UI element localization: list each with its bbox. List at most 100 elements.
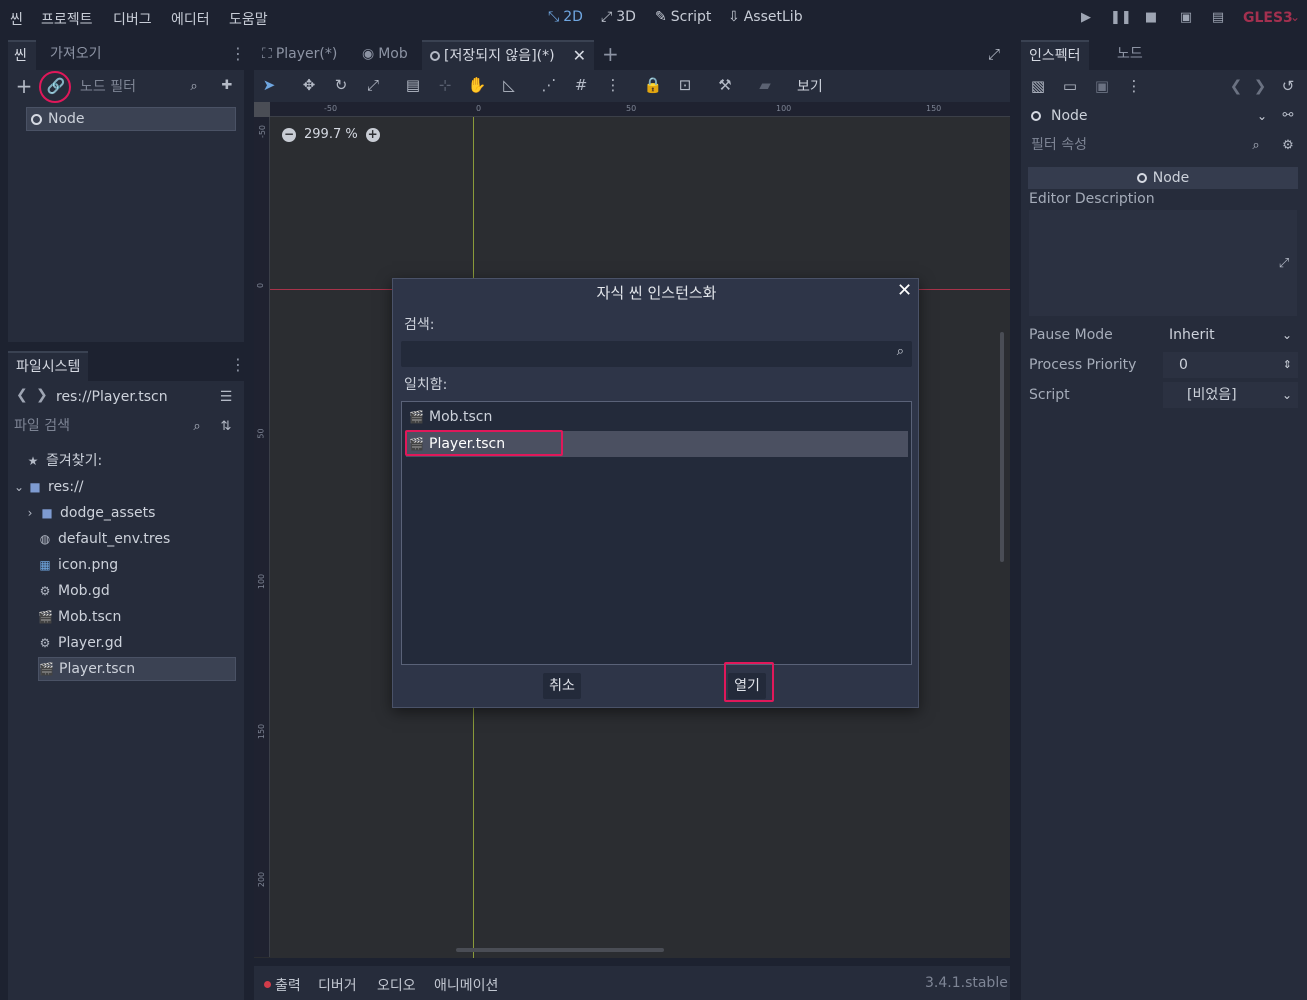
open-folder-icon[interactable]: ▭ [1059,75,1081,97]
play-icon[interactable]: ▶ [1077,10,1095,28]
cancel-button[interactable]: 취소 [543,673,581,699]
path-field[interactable]: res://Player.tscn [50,385,214,411]
group-icon[interactable]: ⊡ [674,74,696,96]
close-icon[interactable]: ✕ [897,280,912,301]
expand-icon[interactable]: ⤢ [1273,253,1295,275]
zoom-level[interactable]: 299.7 % [304,127,358,142]
script-resource-picker[interactable]: [비었음] ⌄ [1163,382,1298,408]
workspace-2d-label: 2D [563,9,583,25]
spinner-icon[interactable]: ⇕ [1283,352,1292,378]
tab-unsaved[interactable]: [저장되지 않음](*) ✕ [422,40,594,70]
history-back-icon[interactable]: ❮ [1225,75,1247,97]
new-resource-icon[interactable]: ▧ [1027,75,1049,97]
select-tool-icon[interactable]: ➤ [258,74,280,96]
pivot-tool-icon[interactable]: ⊹ [434,74,456,96]
tab-import[interactable]: 가져오기 [42,40,110,70]
view-menu-button[interactable]: 보기 [797,76,823,96]
zoom-out-icon[interactable]: − [282,127,296,142]
favorites-item[interactable]: ★ 즐겨찾기: [26,449,103,473]
tab-animation[interactable]: 애니메이션 [434,975,498,995]
node-circle-icon [1031,111,1041,121]
add-tab-icon[interactable]: + [602,42,619,66]
editor-description-field[interactable] [1029,210,1297,316]
play-custom-scene-icon[interactable]: ▤ [1209,10,1227,28]
kebab-menu-icon[interactable]: ⋮ [230,355,246,374]
tab-output[interactable]: 출력 [275,975,301,995]
tab-player[interactable]: ⛶ Player(*) [254,40,345,70]
property-filter-input[interactable]: 필터 속성 [1025,133,1267,159]
file-item[interactable]: ▦ icon.png [38,553,118,577]
dialog-search-input[interactable]: ⌕ [401,341,912,367]
file-item[interactable]: ⚙ Mob.gd [38,579,110,603]
tab-filesystem[interactable]: 파일시스템 [8,351,89,381]
move-tool-icon[interactable]: ✥ [298,74,320,96]
file-item[interactable]: ⚙ Player.gd [38,631,123,655]
tab-node[interactable]: 노드 [1109,40,1151,70]
pause-icon[interactable]: ❚❚ [1110,10,1132,28]
menu-editor[interactable]: 에디터 [171,9,210,29]
ruler-tick-label: 150 [257,723,267,740]
workspace-2d-button[interactable]: ⤡ 2D [548,9,583,25]
ruler-tick-label: 200 [257,871,267,888]
bone-icon[interactable]: ⚒ [714,74,736,96]
list-select-icon[interactable]: ▤ [402,74,424,96]
renderer-label[interactable]: GLES3 [1243,10,1293,26]
ruler-tool-icon[interactable]: ◺ [498,74,520,96]
zoom-in-icon[interactable]: + [365,127,380,142]
history-icon[interactable]: ↺ [1277,75,1299,97]
tab-inspector[interactable]: 인스펙터 [1021,40,1089,70]
object-properties-icon[interactable]: ⚯ [1277,105,1299,127]
ruler-tick-label: 100 [776,104,792,113]
workspace-3d-button[interactable]: ⤢ 3D [601,9,636,25]
file-item-selected[interactable]: 🎬 Player.tscn [38,657,236,681]
tab-debugger[interactable]: 디버거 [318,975,357,995]
workspace-script-button[interactable]: ✎ Script [655,9,711,25]
tree-node-root[interactable]: Node [26,107,236,131]
menu-debug[interactable]: 디버그 [113,9,152,29]
lock-icon[interactable]: 🔒 [642,74,664,96]
attach-script-icon[interactable]: ✚ [216,75,238,97]
save-icon[interactable]: ▣ [1091,75,1113,97]
process-priority-spinbox[interactable]: 0 ⇕ [1163,352,1298,378]
file-item[interactable]: 🎬 Mob.tscn [38,605,121,629]
forward-icon[interactable]: ❯ [36,387,48,403]
menu-help[interactable]: 도움말 [229,9,268,29]
horizontal-scrollbar[interactable] [456,948,664,952]
grid-snap-icon[interactable]: # [570,74,592,96]
file-search-input[interactable]: 파일 검색 [8,414,208,440]
rotate-tool-icon[interactable]: ↻ [330,74,352,96]
kebab-menu-icon[interactable]: ⋮ [230,44,246,63]
kebab-menu-icon[interactable]: ⋮ [602,74,624,96]
res-root-item[interactable]: ⌄ ■ res:// [14,475,84,499]
distraction-free-icon[interactable]: ⤢ [988,45,1000,63]
tune-icon[interactable]: ⚙ [1277,135,1299,157]
vertical-scrollbar[interactable] [1000,332,1004,562]
3d-workspace-icon: ⤢ [601,9,613,25]
kebab-menu-icon[interactable]: ⋮ [1123,75,1145,97]
tab-mob[interactable]: ◉ Mob [354,40,416,70]
stop-icon[interactable]: ■ [1142,10,1160,28]
list-item[interactable]: 🎬 Mob.tscn [409,405,492,429]
file-item[interactable]: › ■ dodge_assets [26,501,156,525]
add-node-icon[interactable]: + [13,75,35,97]
tab-scene[interactable]: 씬 [8,40,36,70]
matches-list[interactable]: 🎬 Mob.tscn 🎬 Player.tscn [401,401,912,665]
file-item[interactable]: ◍ default_env.tres [38,527,171,551]
back-icon[interactable]: ❮ [16,387,28,403]
split-view-icon[interactable]: ☰ [215,386,237,408]
folder-icon: ■ [29,480,41,494]
menu-project[interactable]: 프로젝트 [41,9,93,29]
close-tab-icon[interactable]: ✕ [573,42,586,70]
node-selector[interactable]: Node ⌄ [1025,104,1267,128]
tab-audio[interactable]: 오디오 [377,975,416,995]
sort-icon[interactable]: ⇅ [215,416,237,438]
smart-snap-icon[interactable]: ⋰ [538,74,560,96]
history-forward-icon[interactable]: ❯ [1249,75,1271,97]
workspace-assetlib-button[interactable]: ⇩ AssetLib [728,9,803,25]
play-scene-icon[interactable]: ▣ [1177,10,1195,28]
scale-tool-icon[interactable]: ⤢ [362,74,384,96]
pause-mode-select[interactable]: Inherit ⌄ [1163,322,1298,348]
menu-scene[interactable]: 씬 [10,9,23,29]
camera-icon[interactable]: ▰ [754,74,776,96]
pan-tool-icon[interactable]: ✋ [466,74,488,96]
